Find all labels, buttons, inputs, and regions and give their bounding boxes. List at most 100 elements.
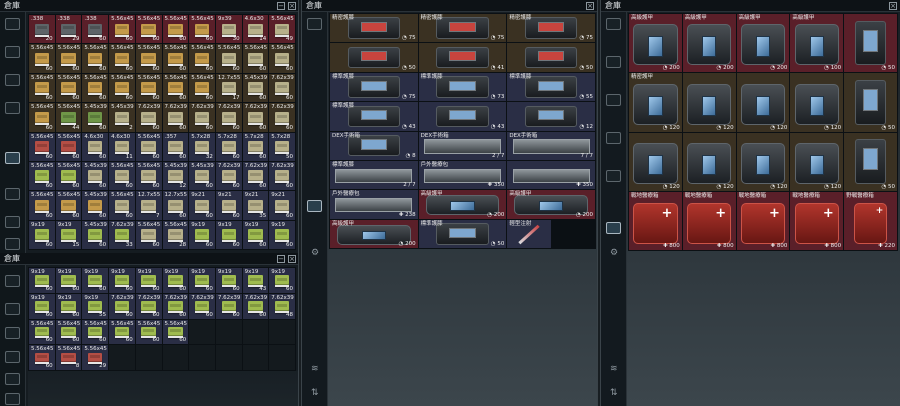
inventory-slot[interactable]: 5.56x45 60 xyxy=(55,161,82,191)
inventory-slot[interactable]: 5.7x28 60 xyxy=(242,132,269,161)
inventory-slot[interactable]: ◔ 120 xyxy=(736,132,790,191)
inventory-slot[interactable]: 標準護膝 ◔ 50 xyxy=(418,219,507,248)
inventory-slot[interactable]: 7.62x39 33 xyxy=(109,220,135,249)
ammo-icon[interactable] xyxy=(5,152,20,164)
inventory-slot[interactable]: 戰地醫療箱 ✚ 800 xyxy=(629,191,682,250)
inventory-slot[interactable]: 戰地醫療箱 ✚ 800 xyxy=(736,191,790,250)
empty-slot[interactable] xyxy=(109,345,135,370)
inventory-slot[interactable]: 5.45x39 60 xyxy=(242,73,269,103)
backpack-icon[interactable] xyxy=(5,327,20,339)
inventory-slot[interactable]: 5.56x45 60 xyxy=(135,44,162,73)
inventory-slot[interactable]: 5.45x39 60 xyxy=(82,220,109,249)
inventory-slot[interactable]: 9x19 60 xyxy=(29,268,55,293)
inventory-slot[interactable]: 5.56x45 60 xyxy=(55,319,82,345)
layers-icon[interactable]: ≋ xyxy=(610,364,618,374)
inventory-slot[interactable]: 9x19 60 xyxy=(29,293,55,319)
inventory-slot[interactable]: 5.56x45 60 xyxy=(269,44,295,73)
inventory-slot[interactable]: .338 60 xyxy=(82,15,109,44)
inventory-slot[interactable]: 7.62x39 60 xyxy=(215,293,242,319)
inventory-slot[interactable]: 5.56x45 29 xyxy=(82,345,109,370)
inventory-slot[interactable]: 5.7x28 50 xyxy=(269,132,295,161)
inventory-slot[interactable]: 5.56x45 60 xyxy=(55,132,82,161)
inventory-slot[interactable]: 5.56x45 60 xyxy=(29,319,55,345)
inventory-slot[interactable]: 標準護膝 ◔ 55 xyxy=(507,72,595,102)
inventory-slot[interactable]: ◔ 50 xyxy=(844,73,897,132)
inventory-slot[interactable]: 5.56x45 60 xyxy=(109,319,135,345)
helmet-icon[interactable] xyxy=(307,18,322,30)
inventory-slot[interactable]: 9x19 60 xyxy=(269,268,295,293)
close-button[interactable]: × xyxy=(889,2,897,10)
inventory-slot[interactable]: DEX手術箱 ◔ 8 xyxy=(330,131,418,160)
settings-icon[interactable]: ⚙ xyxy=(311,248,319,258)
inventory-slot[interactable]: DEX手術箱 2 / 7 xyxy=(418,131,507,160)
inventory-slot[interactable]: 5.56x45 60 xyxy=(55,191,82,220)
inventory-slot[interactable]: 9x19 60 xyxy=(162,268,189,293)
inventory-slot[interactable]: 4.6x30 14 xyxy=(242,15,269,44)
inventory-slot[interactable]: 12.7x55 60 xyxy=(162,191,189,220)
inventory-slot[interactable]: 9x19 60 xyxy=(189,220,215,249)
inventory-slot[interactable]: 高級護甲 ◔ 200 xyxy=(736,14,790,73)
inventory-slot[interactable]: 5.56x45 60 xyxy=(162,73,189,103)
inventory-slot[interactable]: ◔ 50 xyxy=(844,132,897,191)
inventory-slot[interactable]: 4.6x30 60 xyxy=(82,132,109,161)
inventory-slot[interactable]: 7.62x39 60 xyxy=(189,103,215,132)
inventory-slot[interactable]: 5.56x45 28 xyxy=(162,220,189,249)
inventory-slot[interactable]: 5.56x45 60 xyxy=(135,73,162,103)
inventory-slot[interactable]: 高級護甲 ◔ 100 xyxy=(790,14,844,73)
inventory-slot[interactable]: ◔ 120 xyxy=(682,73,736,132)
inventory-slot[interactable]: 9x19 43 xyxy=(242,268,269,293)
inventory-slot[interactable]: 7.62x39 60 xyxy=(162,293,189,319)
inventory-slot[interactable]: .357 60 xyxy=(162,132,189,161)
inventory-slot[interactable]: 5.56x45 60 xyxy=(109,44,135,73)
inventory-slot[interactable]: 戰地醫療箱 ✚ 800 xyxy=(790,191,844,250)
inventory-slot[interactable]: 5.45x39 60 xyxy=(82,191,109,220)
inventory-slot[interactable]: 5.56x45 60 xyxy=(135,132,162,161)
inventory-slot[interactable]: 7.62x39 48 xyxy=(269,293,295,319)
inventory-slot[interactable]: ◔ 50 xyxy=(507,43,595,72)
inventory-slot[interactable]: 9x19 60 xyxy=(55,293,82,319)
inventory-slot[interactable]: 5.45x39 2 xyxy=(109,103,135,132)
sort-icon[interactable]: ⇅ xyxy=(610,388,618,398)
weapon-icon[interactable] xyxy=(606,170,621,182)
inventory-slot[interactable]: 5.56x45 60 xyxy=(29,345,55,370)
inventory-slot[interactable]: ◔ 43 xyxy=(418,102,507,131)
inventory-slot[interactable]: 標準護膝 2 / 7 xyxy=(330,160,418,190)
inventory-slot[interactable]: 9x21 60 xyxy=(215,191,242,220)
settings-icon[interactable]: ⚙ xyxy=(610,248,618,258)
inventory-slot[interactable]: 7.62x39 60 xyxy=(215,103,242,132)
inventory-slot[interactable]: 9x19 60 xyxy=(215,268,242,293)
inventory-slot[interactable]: 9x19 60 xyxy=(29,220,55,249)
inventory-slot[interactable]: 5.56x45 60 xyxy=(29,44,55,73)
minimize-button[interactable]: − xyxy=(277,2,285,10)
empty-slot[interactable] xyxy=(189,345,215,370)
inventory-slot[interactable]: 12.7x55 17 xyxy=(215,73,242,103)
inventory-slot[interactable]: 7.62x39 60 xyxy=(242,161,269,191)
empty-slot[interactable] xyxy=(242,345,269,370)
misc-icon[interactable] xyxy=(5,393,20,405)
inventory-slot[interactable]: 9x19 55 xyxy=(82,293,109,319)
inventory-slot[interactable]: 5.56x45 60 xyxy=(29,132,55,161)
inventory-slot[interactable]: 5.56x45 60 xyxy=(109,73,135,103)
inventory-slot[interactable]: 9x19 60 xyxy=(269,220,295,249)
inventory-slot[interactable]: 5.56x45 60 xyxy=(82,319,109,345)
inventory-slot[interactable]: 精密護甲 ◔ 120 xyxy=(629,73,682,132)
inventory-slot[interactable]: 5.45x39 12 xyxy=(162,161,189,191)
misc-icon[interactable] xyxy=(5,238,20,250)
empty-slot[interactable] xyxy=(162,345,189,370)
inventory-slot[interactable]: 7.62x39 60 xyxy=(135,103,162,132)
inventory-slot[interactable]: 5.56x45 60 xyxy=(135,161,162,191)
inventory-slot[interactable]: ✚ 350 xyxy=(507,160,595,190)
inventory-slot[interactable]: 戶外醫療包 ✚ 238 xyxy=(330,190,418,219)
close-button[interactable]: × xyxy=(288,2,296,10)
inventory-slot[interactable]: 高級護甲 ◔ 200 xyxy=(418,190,507,219)
inventory-slot[interactable]: 5.45x39 60 xyxy=(189,161,215,191)
helmet-icon[interactable] xyxy=(5,275,20,287)
inventory-slot[interactable]: 4.6x30 11 xyxy=(109,132,135,161)
bag-icon[interactable] xyxy=(5,102,20,114)
inventory-slot[interactable]: 7.62x39 60 xyxy=(269,161,295,191)
inventory-slot[interactable]: 7.62x39 60 xyxy=(109,293,135,319)
inventory-slot[interactable]: 5.56x45 60 xyxy=(29,191,55,220)
weapon-icon[interactable] xyxy=(5,188,20,200)
inventory-slot[interactable]: ◔ 120 xyxy=(790,73,844,132)
empty-slot[interactable] xyxy=(215,345,242,370)
